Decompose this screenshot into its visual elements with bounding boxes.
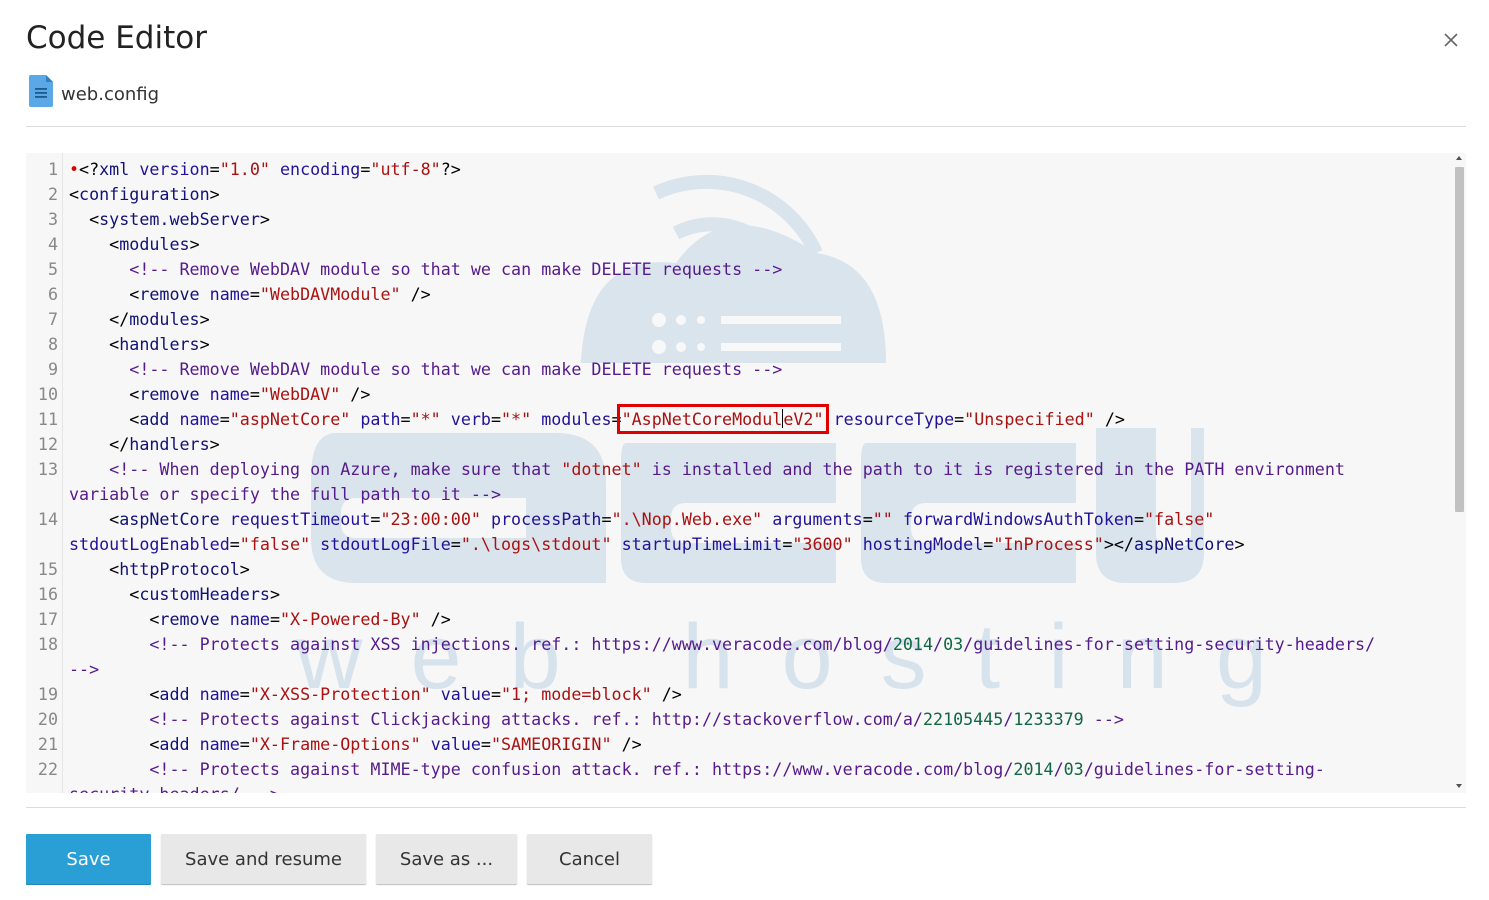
dialog-title: Code Editor: [26, 20, 207, 56]
scroll-up-arrow-icon[interactable]: [1454, 153, 1464, 163]
code-text[interactable]: <system.webServer>: [69, 207, 270, 232]
line-number: 14: [37, 509, 58, 529]
code-text[interactable]: <remove name="X-Powered-By" />: [69, 607, 450, 632]
code-line[interactable]: 10 <remove name="WebDAV" />: [26, 382, 1451, 407]
line-number: 11: [37, 409, 58, 429]
line-number: 21: [37, 734, 58, 754]
line-number: 12: [37, 434, 58, 454]
code-line[interactable]: 7 </modules>: [26, 307, 1451, 332]
code-text[interactable]: <add name="X-Frame-Options" value="SAMEO…: [69, 732, 641, 757]
code-text[interactable]: <add name="aspNetCore" path="*" verb="*"…: [69, 404, 1125, 434]
code-line[interactable]: 16 <customHeaders>: [26, 582, 1451, 607]
line-number: 1: [47, 159, 58, 179]
code-line[interactable]: 5 <!-- Remove WebDAV module so that we c…: [26, 257, 1451, 282]
save-as-button[interactable]: Save as ...: [376, 834, 517, 884]
code-text[interactable]: <httpProtocol>: [69, 557, 250, 582]
scroll-down-arrow-icon[interactable]: [1454, 781, 1464, 791]
line-number: 16: [37, 584, 58, 604]
code-line[interactable]: 3 <system.webServer>: [26, 207, 1451, 232]
code-text[interactable]: <!-- Protects against MIME-type confusio…: [69, 757, 1325, 782]
code-text[interactable]: <!-- Remove WebDAV module so that we can…: [69, 357, 782, 382]
code-line[interactable]: 18 <!-- Protects against XSS injections.…: [26, 632, 1451, 682]
code-lines[interactable]: 1 •<?xml version="1.0" encoding="utf-8"?…: [26, 157, 1451, 793]
line-number: 6: [47, 284, 58, 304]
code-line[interactable]: 17 <remove name="X-Powered-By" />: [26, 607, 1451, 632]
code-text[interactable]: <configuration>: [69, 182, 220, 207]
line-number: 17: [37, 609, 58, 629]
text-caret: [782, 409, 784, 428]
code-text[interactable]: <remove name="WebDAV" />: [69, 382, 370, 407]
code-text[interactable]: <!-- Protects against XSS injections. re…: [69, 632, 1375, 657]
code-line[interactable]: 2 <configuration>: [26, 182, 1451, 207]
scrollbar-thumb[interactable]: [1455, 167, 1464, 512]
code-text-wrapped[interactable]: security-headers/ -->: [69, 782, 280, 793]
divider-bottom: [26, 807, 1466, 808]
code-line[interactable]: 9 <!-- Remove WebDAV module so that we c…: [26, 357, 1451, 382]
line-number: 15: [37, 559, 58, 579]
save-button[interactable]: Save: [26, 834, 151, 884]
code-text[interactable]: <handlers>: [69, 332, 209, 357]
code-line[interactable]: 12 </handlers>: [26, 432, 1451, 457]
code-text[interactable]: <!-- Remove WebDAV module so that we can…: [69, 257, 782, 282]
code-line[interactable]: 19 <add name="X-XSS-Protection" value="1…: [26, 682, 1451, 707]
line-number: 10: [37, 384, 58, 404]
line-number: 22: [37, 759, 58, 779]
close-icon: [1444, 33, 1458, 47]
code-line[interactable]: 8 <handlers>: [26, 332, 1451, 357]
line-number: 19: [37, 684, 58, 704]
code-text[interactable]: <customHeaders>: [69, 582, 280, 607]
close-button[interactable]: [1437, 26, 1465, 54]
file-name: web.config: [61, 84, 160, 105]
code-text[interactable]: <modules>: [69, 232, 199, 257]
line-number: 20: [37, 709, 58, 729]
code-line[interactable]: 15 <httpProtocol>: [26, 557, 1451, 582]
code-text-wrapped[interactable]: -->: [69, 657, 99, 682]
code-line[interactable]: 21 <add name="X-Frame-Options" value="SA…: [26, 732, 1451, 757]
code-line[interactable]: 14 <aspNetCore requestTimeout="23:00:00"…: [26, 507, 1451, 557]
code-text[interactable]: <aspNetCore requestTimeout="23:00:00" pr…: [69, 507, 1214, 532]
cancel-button[interactable]: Cancel: [527, 834, 652, 884]
code-text-wrapped[interactable]: variable or specify the full path to it …: [69, 482, 501, 507]
vertical-scrollbar[interactable]: [1451, 153, 1466, 793]
code-editor[interactable]: web hosting 1 •<?xml version="1.0" encod…: [26, 153, 1466, 793]
code-line[interactable]: 20 <!-- Protects against Clickjacking at…: [26, 707, 1451, 732]
code-text[interactable]: <add name="X-XSS-Protection" value="1; m…: [69, 682, 682, 707]
line-number: 18: [37, 634, 58, 654]
code-line[interactable]: 11 <add name="aspNetCore" path="*" verb=…: [26, 404, 1451, 434]
code-line[interactable]: 13 <!-- When deploying on Azure, make su…: [26, 457, 1451, 507]
highlighted-value: "AspNetCoreModuleV2": [616, 404, 829, 434]
line-number: 5: [47, 259, 58, 279]
code-line[interactable]: 4 <modules>: [26, 232, 1451, 257]
code-text-wrapped[interactable]: stdoutLogEnabled="false" stdoutLogFile="…: [69, 532, 1244, 557]
line-number: 4: [47, 234, 58, 254]
code-text[interactable]: <remove name="WebDAVModule" />: [69, 282, 430, 307]
code-text[interactable]: <!-- Protects against Clickjacking attac…: [69, 707, 1124, 732]
line-number: 9: [47, 359, 58, 379]
divider-top: [26, 126, 1466, 127]
code-line[interactable]: 22 <!-- Protects against MIME-type confu…: [26, 757, 1451, 793]
code-line[interactable]: 1 •<?xml version="1.0" encoding="utf-8"?…: [26, 157, 1451, 182]
code-text[interactable]: •<?xml version="1.0" encoding="utf-8"?>: [69, 157, 461, 182]
line-number: 3: [47, 209, 58, 229]
line-number: 8: [47, 334, 58, 354]
line-number: 13: [37, 459, 58, 479]
code-line[interactable]: 6 <remove name="WebDAVModule" />: [26, 282, 1451, 307]
line-number: 2: [47, 184, 58, 204]
line-number: 7: [47, 309, 58, 329]
save-and-resume-button[interactable]: Save and resume: [161, 834, 366, 884]
code-text[interactable]: </modules>: [69, 307, 209, 332]
file-icon: [29, 75, 53, 107]
code-text[interactable]: </handlers>: [69, 432, 220, 457]
